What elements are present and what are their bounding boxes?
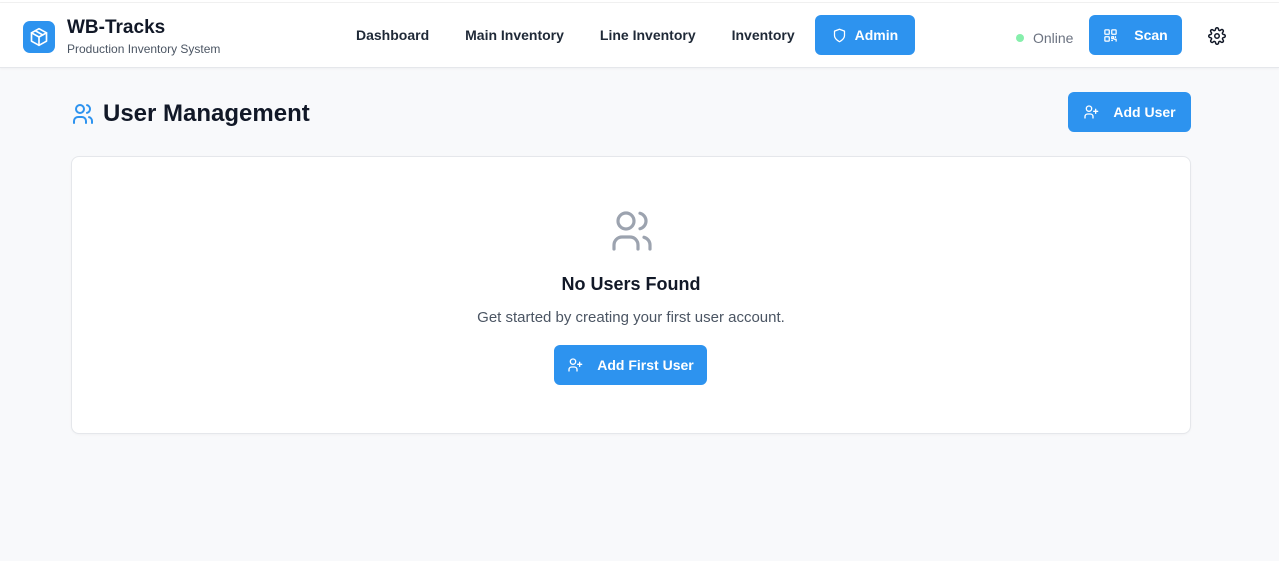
app-header: WB-Tracks Production Inventory System Da… [0,3,1279,68]
page-title: User Management [71,100,310,128]
nav-inventory[interactable]: Inventory [714,15,813,55]
empty-state-message: Get started by creating your first user … [477,309,785,326]
empty-state-title: No Users Found [561,274,701,294]
page-title-text: User Management [103,100,310,127]
user-plus-icon [1084,105,1099,119]
status-dot [1016,34,1024,42]
main-nav: Dashboard Main Inventory Line Inventory … [338,15,916,55]
gear-icon[interactable] [1208,27,1226,45]
add-first-user-button[interactable]: Add First User [554,345,707,385]
status-label: Online [1033,30,1074,46]
nav-admin-label: Admin [854,27,899,43]
shield-icon [833,28,845,42]
nav-line-inventory[interactable]: Line Inventory [582,15,714,55]
users-icon [612,211,652,251]
brand[interactable]: WB-Tracks Production Inventory System [23,17,220,57]
add-first-user-label: Add First User [597,357,694,373]
app-title: WB-Tracks [67,17,166,38]
nav-dashboard-label: Dashboard [356,27,430,43]
package-icon [23,21,55,53]
nav-line-inventory-label: Line Inventory [599,27,696,43]
connection-status: Online [1016,30,1073,46]
nav-main-inventory[interactable]: Main Inventory [447,15,582,55]
nav-inventory-label: Inventory [731,27,795,43]
user-plus-icon [568,358,583,372]
qr-code-icon [1104,28,1118,42]
users-icon [73,104,93,124]
app-subtitle: Production Inventory System [67,42,221,56]
scan-button[interactable]: Scan [1089,15,1182,55]
nav-dashboard[interactable]: Dashboard [338,15,447,55]
scan-label: Scan [1134,27,1168,43]
nav-main-inventory-label: Main Inventory [465,27,564,43]
nav-admin[interactable]: Admin [814,15,916,55]
users-card: No Users Found Get started by creating y… [71,156,1191,434]
page-header: User Management Add User [71,92,1191,132]
add-user-label: Add User [1113,104,1176,120]
add-user-button[interactable]: Add User [1068,92,1191,132]
